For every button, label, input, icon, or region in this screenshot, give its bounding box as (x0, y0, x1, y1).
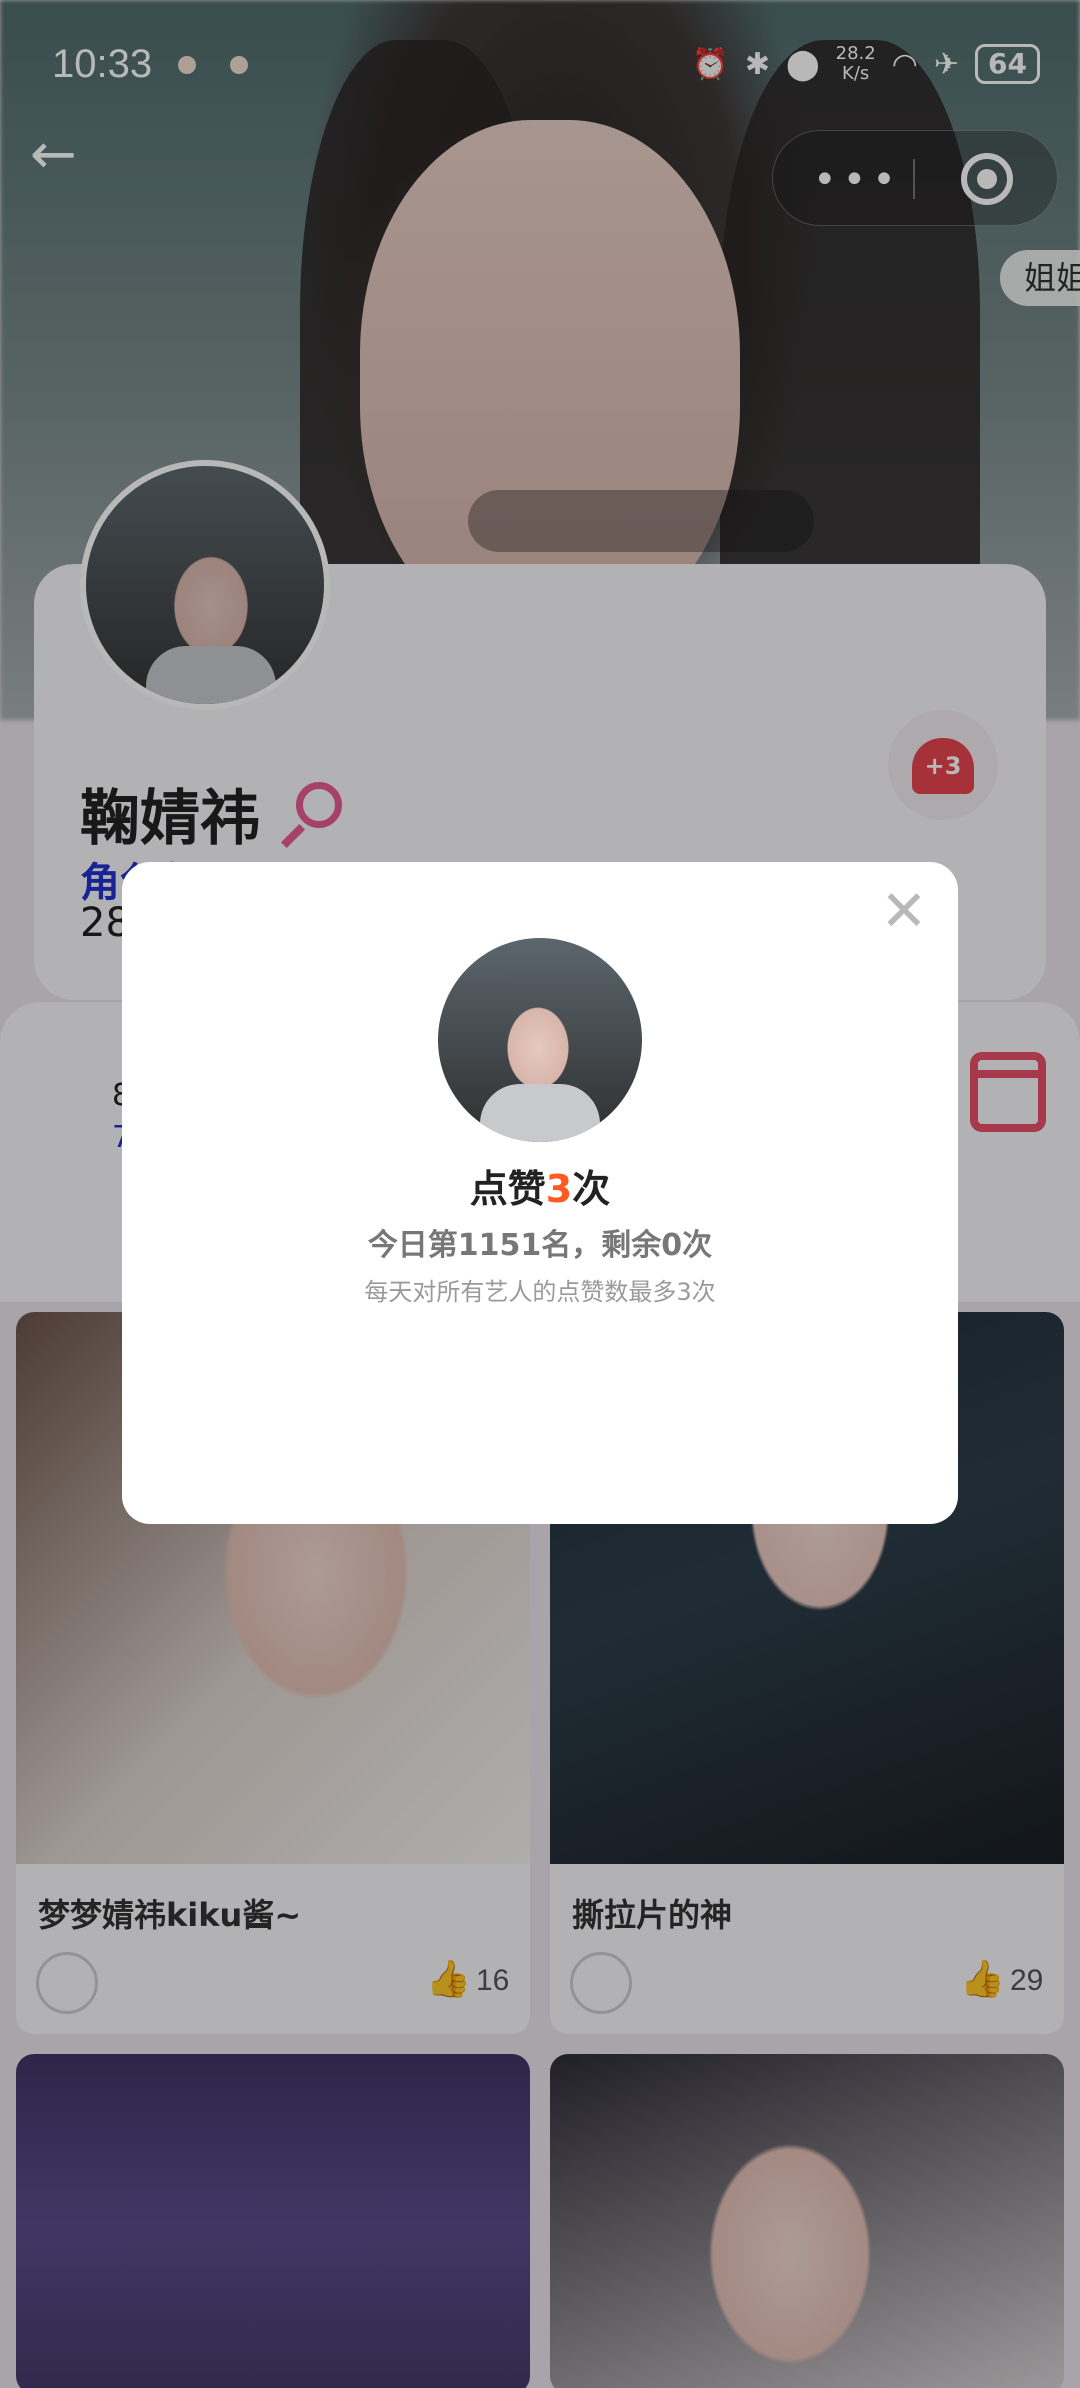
like-count-highlight: 3 (545, 1167, 573, 1211)
artist-avatar (438, 938, 642, 1142)
title-prefix: 点赞 (469, 1167, 546, 1211)
title-suffix: 次 (572, 1167, 611, 1211)
close-icon[interactable]: ✕ (874, 882, 934, 942)
like-result-dialog: ✕ 点赞3次 今日第1151名，剩余0次 每天对所有艺人的点赞数最多3次 (122, 862, 958, 1524)
rank-text: 今日第1151名，剩余0次 (367, 1228, 713, 1263)
limit-note: 每天对所有艺人的点赞数最多3次 (364, 1278, 716, 1306)
dialog-title: 点赞3次 (122, 1158, 958, 1213)
